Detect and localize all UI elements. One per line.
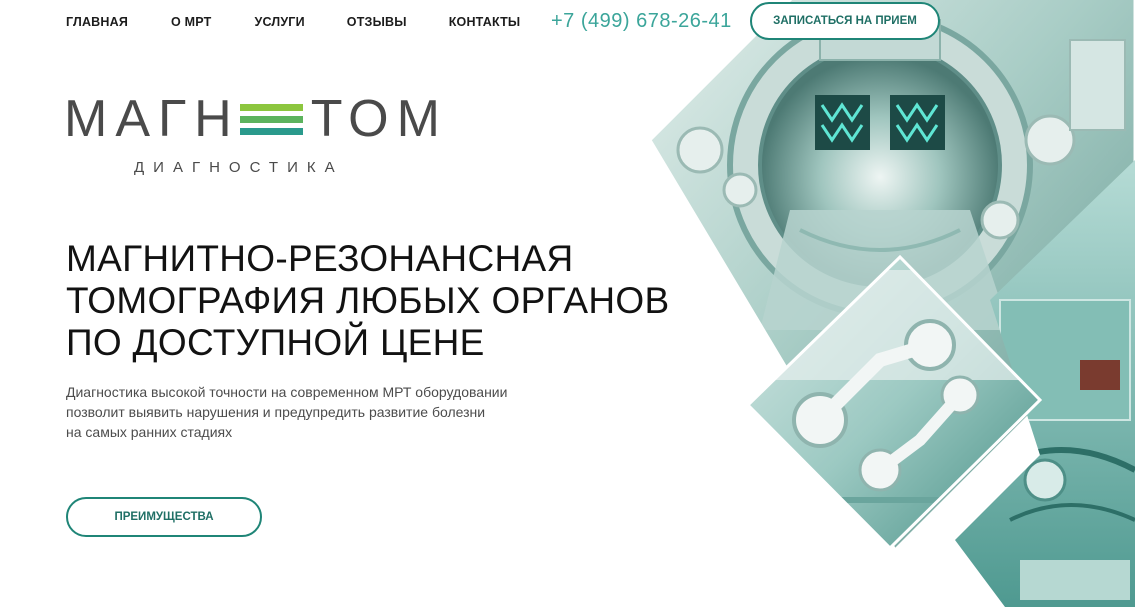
description-line: позволит выявить нарушения и предупредит… [66, 404, 486, 420]
logo-word-right: ТОМ [310, 90, 448, 148]
hero-headline: МАГНИТНО-РЕЗОНАНСНАЯ ТОМОГРАФИЯ ЛЮБЫХ ОР… [66, 238, 706, 364]
nav-item-home[interactable]: ГЛАВНАЯ [66, 15, 128, 29]
nav-item-services[interactable]: УСЛУГИ [254, 15, 304, 29]
nav-item-contacts[interactable]: КОНТАКТЫ [449, 15, 521, 29]
hero-description: Диагностика высокой точности на современ… [66, 382, 546, 442]
headline-line: МАГНИТНО-РЕЗОНАНСНАЯ [66, 238, 574, 279]
logo-word-left: МАГН [64, 90, 240, 148]
description-line: на самых ранних стадиях [66, 424, 233, 440]
logo: МАГН ТОМ ДИАГНОСТИКА [64, 90, 448, 176]
logo-bars-icon [239, 103, 303, 135]
headline-line: ТОМОГРАФИЯ ЛЮБЫХ ОРГАНОВ [66, 280, 670, 321]
main-nav: ГЛАВНАЯ О МРТ УСЛУГИ ОТЗЫВЫ КОНТАКТЫ [66, 15, 520, 29]
advantages-button[interactable]: ПРЕИМУЩЕСТВА [66, 497, 262, 537]
nav-item-reviews[interactable]: ОТЗЫВЫ [347, 15, 407, 29]
headline-line: ПО ДОСТУПНОЙ ЦЕНЕ [66, 322, 485, 363]
description-line: Диагностика высокой точности на современ… [66, 384, 508, 400]
phone-number[interactable]: +7 (499) 678-26-41 [551, 10, 732, 33]
book-appointment-button[interactable]: ЗАПИСАТЬСЯ НА ПРИЕМ [750, 2, 940, 40]
logo-subtitle: ДИАГНОСТИКА [134, 159, 344, 176]
nav-item-about-mri[interactable]: О МРТ [171, 15, 211, 29]
logo-wordmark: МАГН ТОМ [64, 90, 448, 148]
